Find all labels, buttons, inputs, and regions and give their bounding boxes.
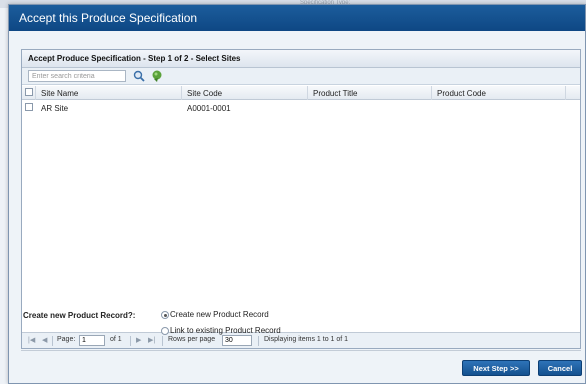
dialog-title: Accept this Produce Specification [19,11,198,25]
page-count-label: of 1 [110,336,122,343]
dialog-divider [21,350,581,351]
accept-specification-dialog: Accept this Produce Specification Accept… [8,4,586,384]
pagination-bar: |◀ ◀ Page: of 1 ▶ ▶| Rows per page Displ… [22,332,580,348]
dialog-title-bar: Accept this Produce Specification [9,5,585,31]
select-all-checkbox[interactable] [22,86,36,100]
radio-create-new-button[interactable] [161,310,169,319]
page-number-input[interactable] [79,335,105,346]
search-input[interactable] [28,70,126,82]
display-count-text: Displaying items 1 to 1 of 1 [264,336,349,343]
pager-divider [130,336,131,346]
search-icon[interactable] [132,69,146,83]
site-name-cell: AR Site [41,104,69,113]
pager-divider [162,336,163,346]
column-site-name[interactable]: Site Name [36,86,182,100]
first-page-icon[interactable]: |◀ [28,336,35,344]
radio-link-existing-label: Link to existing Product Record [170,326,281,335]
column-product-code[interactable]: Product Code [432,86,566,100]
last-page-icon[interactable]: ▶| [148,336,155,344]
rows-per-page-label: Rows per page [168,336,216,343]
column-product-title[interactable]: Product Title [308,86,432,100]
pager-divider [258,336,259,346]
pager-divider [52,336,53,346]
product-code-cell [432,101,566,115]
next-step-button[interactable]: Next Step >> [462,360,530,376]
product-title-cell [308,101,432,115]
page-label: Page: [57,336,76,343]
table-row[interactable]: AR Site A0001-0001 [22,101,580,115]
panel-title: Accept Produce Specification - Step 1 of… [22,50,580,68]
clear-search-icon[interactable] [150,69,164,83]
next-page-icon[interactable]: ▶ [136,336,141,344]
rows-per-page-input[interactable] [222,335,252,346]
radio-create-new[interactable]: Create new Product Record [161,310,269,319]
row-checkbox[interactable] [22,101,36,115]
column-site-code[interactable]: Site Code [182,86,308,100]
radio-link-existing-button[interactable] [161,326,169,335]
site-code-cell: A0001-0001 [187,104,231,113]
search-toolbar [22,68,580,85]
prev-page-icon[interactable]: ◀ [42,336,47,344]
select-sites-panel: Accept Produce Specification - Step 1 of… [21,49,581,349]
create-record-label: Create new Product Record?: [23,311,136,320]
grid-header: Site Name Site Code Product Title Produc… [22,86,580,100]
cancel-button[interactable]: Cancel [538,360,582,376]
radio-create-new-label: Create new Product Record [170,310,269,319]
radio-link-existing[interactable]: Link to existing Product Record [161,326,281,335]
